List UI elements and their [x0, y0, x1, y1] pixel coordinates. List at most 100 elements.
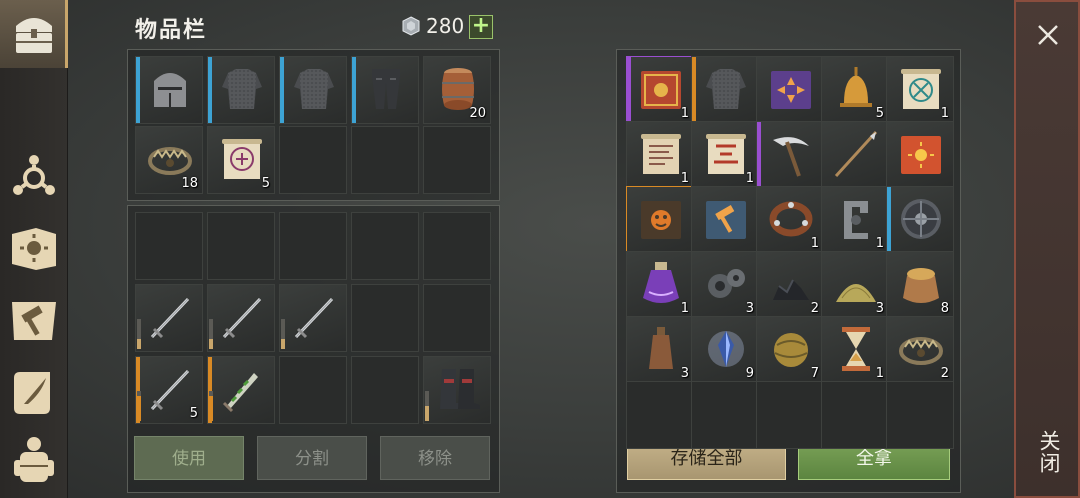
- storage-rows-slot[interactable]: [756, 381, 824, 449]
- split-button[interactable]: 分割: [257, 436, 367, 480]
- round-shield-icon: [901, 199, 941, 239]
- tab-equipment[interactable]: [0, 430, 68, 498]
- storage-rows-slot[interactable]: 2: [886, 316, 954, 384]
- red-spellbook-icon: [641, 71, 681, 109]
- inventory-rows-slot[interactable]: 18: [135, 126, 203, 194]
- item-count: 1: [680, 106, 689, 121]
- coal-pile-icon: [773, 279, 809, 300]
- durability-bar: [137, 319, 141, 349]
- storage-rows-slot[interactable]: 3: [691, 251, 759, 319]
- storage-rows-slot[interactable]: 1: [626, 251, 694, 319]
- inventory-rows-slot[interactable]: [351, 126, 419, 194]
- item-count: 3: [680, 366, 689, 381]
- durability-bar: [425, 391, 429, 421]
- storage-rows-slot[interactable]: [756, 121, 824, 189]
- inventory-lower_rows-slot[interactable]: [207, 284, 275, 352]
- storage-rows-slot[interactable]: 3: [626, 316, 694, 384]
- item-count: 20: [469, 106, 486, 121]
- purple-arrow-book-icon: [771, 71, 811, 109]
- storage-rows-slot[interactable]: 8: [886, 251, 954, 319]
- inventory-rows-slot[interactable]: [423, 126, 491, 194]
- inventory-rows-slot[interactable]: [135, 56, 203, 124]
- inventory-lower_rows-slot[interactable]: [423, 284, 491, 352]
- tab-crafting[interactable]: [0, 290, 68, 350]
- inventory-lower_rows-slot[interactable]: [279, 212, 347, 280]
- inventory-lower_rows-slot[interactable]: [351, 356, 419, 424]
- inventory-lower_rows-slot[interactable]: [207, 356, 275, 424]
- storage-rows-slot[interactable]: 9: [691, 316, 759, 384]
- long-spear-icon: [834, 130, 878, 178]
- remove-button[interactable]: 移除: [380, 436, 490, 480]
- inventory-lower_rows-slot[interactable]: [135, 212, 203, 280]
- storage-rows-slot[interactable]: 1: [821, 316, 889, 384]
- storage-rows-slot[interactable]: 3: [821, 251, 889, 319]
- storage-rows-slot[interactable]: 1: [756, 186, 824, 254]
- add-currency-button[interactable]: +: [469, 15, 493, 39]
- inventory-rows-slot[interactable]: [279, 126, 347, 194]
- inventory-rows-slot[interactable]: 20: [423, 56, 491, 124]
- dark-boots-icon: [440, 369, 480, 409]
- inventory-lower_rows-slot[interactable]: [423, 356, 491, 424]
- storage-rows-slot[interactable]: 2: [756, 251, 824, 319]
- dark-chainmail-armor-icon: [294, 69, 334, 109]
- golden-bell-icon: [840, 67, 872, 107]
- storage-rows-slot[interactable]: 1: [626, 56, 694, 124]
- storage-rows-slot[interactable]: [691, 186, 759, 254]
- hourglass-icon: [842, 327, 870, 371]
- inventory-lower_rows-slot[interactable]: [351, 284, 419, 352]
- close-panel: 关闭: [1014, 0, 1080, 498]
- quill-scroll-icon: [14, 372, 50, 414]
- sand-pile-icon: [836, 284, 876, 302]
- durability-bar: [209, 319, 213, 349]
- bear-trap-icon: [899, 337, 943, 365]
- item-count: 18: [181, 176, 198, 191]
- inventory-lower_rows-slot[interactable]: [279, 284, 347, 352]
- storage-rows-slot[interactable]: [821, 121, 889, 189]
- storage-rows-slot[interactable]: [886, 381, 954, 449]
- use-button[interactable]: 使用: [134, 436, 244, 480]
- storage-rows-slot[interactable]: [886, 186, 954, 254]
- storage-rows-slot[interactable]: [821, 381, 889, 449]
- storage-rows-slot[interactable]: [756, 56, 824, 124]
- leather-collar-icon: [769, 201, 813, 237]
- storage-rows-slot[interactable]: 1: [886, 56, 954, 124]
- inventory-rows-slot[interactable]: [351, 56, 419, 124]
- tab-inventory[interactable]: [0, 0, 68, 68]
- red-rune-scroll-icon: [706, 134, 746, 174]
- storage-rows-slot[interactable]: [691, 56, 759, 124]
- item-count: 5: [875, 106, 884, 121]
- storage-rows-slot[interactable]: 7: [756, 316, 824, 384]
- grain-sack-icon: [903, 268, 939, 303]
- tab-journal[interactable]: [0, 362, 68, 422]
- inventory-lower_rows-slot[interactable]: [423, 212, 491, 280]
- storage-rows-slot[interactable]: 1: [626, 121, 694, 189]
- inventory-lower_rows-slot[interactable]: [351, 212, 419, 280]
- close-button[interactable]: 关闭: [1034, 430, 1064, 474]
- backpack-icon: [14, 437, 54, 482]
- tab-character[interactable]: [0, 148, 68, 208]
- inventory-rows-slot[interactable]: [279, 56, 347, 124]
- triskelion-icon: [13, 155, 55, 195]
- inventory-lower_rows-slot[interactable]: [279, 356, 347, 424]
- blue-hammer-book-icon: [706, 201, 746, 239]
- storage-rows-slot[interactable]: 5: [821, 56, 889, 124]
- storage-rows-slot[interactable]: [626, 381, 694, 449]
- item-count: 3: [745, 301, 754, 316]
- scythe-icon: [773, 137, 809, 177]
- inventory-lower_rows-slot[interactable]: [135, 284, 203, 352]
- storage-rows-slot[interactable]: 1: [691, 121, 759, 189]
- item-count: 1: [810, 236, 819, 251]
- close-icon[interactable]: [1031, 18, 1065, 52]
- lightning-crystal-icon: [708, 331, 744, 367]
- inventory-rows-slot[interactable]: [207, 56, 275, 124]
- inventory-title: 物品栏: [135, 18, 208, 43]
- storage-rows-slot[interactable]: [691, 381, 759, 449]
- storage-rows-slot[interactable]: 1: [821, 186, 889, 254]
- inventory-lower_rows-slot[interactable]: 5: [135, 356, 203, 424]
- item-count: 1: [940, 106, 949, 121]
- storage-rows-slot[interactable]: [886, 121, 954, 189]
- storage-rows-slot[interactable]: [626, 186, 694, 254]
- inventory-rows-slot[interactable]: 5: [207, 126, 275, 194]
- tab-skills[interactable]: [0, 218, 68, 278]
- inventory-lower_rows-slot[interactable]: [207, 212, 275, 280]
